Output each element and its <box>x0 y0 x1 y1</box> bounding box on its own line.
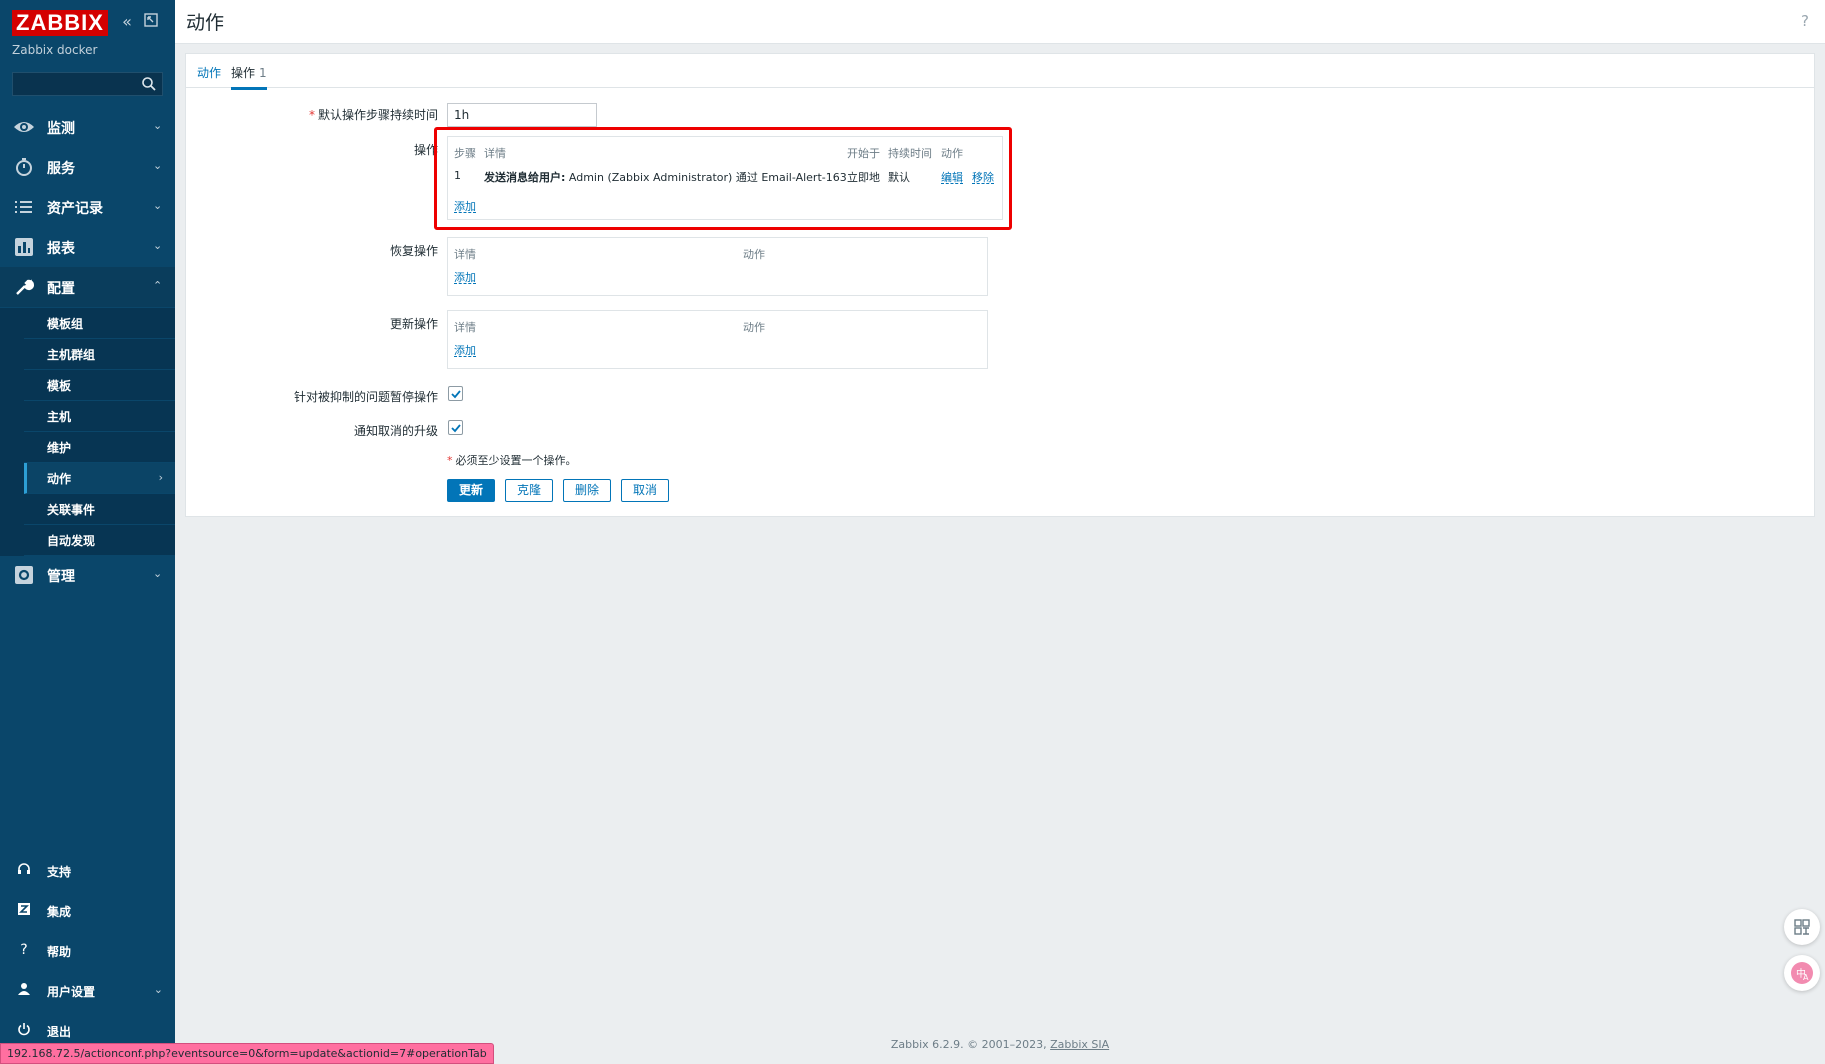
notify-cancel-checkbox[interactable] <box>448 420 463 435</box>
operations-label: 操作 <box>413 143 438 157</box>
add-update-operation-link[interactable]: 添加 <box>454 342 476 358</box>
tab-count: 1 <box>259 66 267 80</box>
menu-user-settings[interactable]: 用户设置 ⌄ <box>0 973 175 1009</box>
power-icon <box>15 1022 33 1040</box>
chevron-down-icon: ⌄ <box>153 199 163 212</box>
col-action: 动作 <box>743 248 765 261</box>
zabbix-sia-link[interactable]: Zabbix SIA <box>1050 1038 1109 1051</box>
search-icon[interactable] <box>141 76 157 92</box>
menu-configuration[interactable]: 配置 ⌃ <box>0 267 175 307</box>
eye-icon <box>14 122 34 132</box>
bar-chart-icon <box>15 238 33 256</box>
update-operations-table: 详情 动作 添加 <box>447 310 988 369</box>
menu-label: 配置 <box>47 281 75 297</box>
menu-label: 资产记录 <box>47 201 103 217</box>
submenu-maintenance[interactable]: 维护 <box>24 432 175 463</box>
menu-integrations[interactable]: 集成 <box>0 893 175 929</box>
headset-icon <box>15 862 33 880</box>
add-recovery-operation-link[interactable]: 添加 <box>454 269 476 285</box>
menu-administration[interactable]: 管理 ⌄ <box>0 555 175 595</box>
status-bar-url: 192.168.72.5/actionconf.php?eventsource=… <box>0 1043 494 1064</box>
page-title: 动作 <box>186 12 225 34</box>
config-submenu: 模板组 主机群组 模板 主机 维护 动作 › 关联事件 自动发现 <box>0 308 175 556</box>
menu-reports[interactable]: 报表 ⌄ <box>0 227 175 267</box>
recovery-operations-table: 详情 动作 添加 <box>447 237 988 296</box>
logo-row: ZABBIX <box>12 10 108 36</box>
checkmark-icon <box>451 424 461 433</box>
col-details: 详情 <box>454 248 476 261</box>
tab-action[interactable]: 动作 <box>197 64 221 81</box>
menu-monitoring[interactable]: 监测 ⌄ <box>0 107 175 147</box>
menu-label: 监测 <box>47 121 75 137</box>
chevron-right-icon: › <box>158 471 163 484</box>
submenu-host-groups[interactable]: 主机群组 <box>24 339 175 370</box>
list-icon <box>15 201 32 213</box>
question-icon: ? <box>20 942 28 958</box>
translate-icon: 中A <box>1791 962 1813 984</box>
chevron-down-icon: ⌄ <box>153 567 163 580</box>
checkmark-icon <box>451 390 461 399</box>
qr-code-button[interactable] <box>1784 909 1820 945</box>
menu-label: 管理 <box>47 569 75 585</box>
delete-button[interactable]: 删除 <box>563 479 611 502</box>
stopwatch-icon <box>16 158 32 176</box>
help-icon[interactable]: ? <box>1797 13 1813 29</box>
menu-inventory[interactable]: 资产记录 ⌄ <box>0 187 175 227</box>
chevron-down-icon: ⌄ <box>153 119 163 132</box>
wrench-icon <box>16 279 35 295</box>
required-note: * 必须至少设置一个操作。 <box>447 454 577 467</box>
menu-services[interactable]: 服务 ⌄ <box>0 147 175 187</box>
red-highlight-box <box>434 127 1012 230</box>
chevron-down-icon: ⌄ <box>153 983 163 996</box>
chevron-up-icon: ⌃ <box>153 279 163 292</box>
qr-code-icon <box>1794 919 1810 935</box>
col-action: 动作 <box>743 321 765 334</box>
pause-suppressed-checkbox[interactable] <box>448 386 463 401</box>
page-header: 动作 ? <box>175 0 1825 44</box>
tab-operations[interactable]: 操作 1 <box>231 64 267 90</box>
notify-cancel-label: 通知取消的升级 <box>353 424 438 438</box>
sidebar: ZABBIX « Zabbix docker 监测 ⌄ 服务 ⌄ 资产记录 ⌄ … <box>0 0 175 1064</box>
chevron-down-icon: ⌄ <box>153 239 163 252</box>
menu-support[interactable]: 支持 <box>0 853 175 889</box>
gear-icon <box>15 566 33 584</box>
server-name: Zabbix docker <box>12 43 98 57</box>
recovery-operations-label: 恢复操作 <box>389 244 438 258</box>
submenu-actions[interactable]: 动作 › <box>24 463 175 494</box>
translate-button[interactable]: 中A <box>1784 955 1820 991</box>
chevron-down-icon: ⌄ <box>153 159 163 172</box>
submenu-template-groups[interactable]: 模板组 <box>24 308 175 339</box>
zabbix-logo[interactable]: ZABBIX <box>12 10 108 36</box>
menu-label: 报表 <box>47 241 75 257</box>
default-duration-label: * 默认操作步骤持续时间 <box>308 108 438 122</box>
collapse-sidebar-icon[interactable]: « <box>118 12 136 32</box>
update-button[interactable]: 更新 <box>447 479 495 502</box>
submenu-hosts[interactable]: 主机 <box>24 401 175 432</box>
menu-label: 服务 <box>47 161 75 177</box>
submenu-event-correlation[interactable]: 关联事件 <box>24 494 175 525</box>
submenu-templates[interactable]: 模板 <box>24 370 175 401</box>
svg-text:A: A <box>1803 973 1809 982</box>
update-operations-label: 更新操作 <box>389 317 438 331</box>
pause-suppressed-label: 针对被抑制的问题暂停操作 <box>293 390 438 404</box>
col-details: 详情 <box>454 321 476 334</box>
default-duration-input[interactable] <box>447 103 597 127</box>
cancel-button[interactable]: 取消 <box>621 479 669 502</box>
tab-bar: 动作 操作 1 <box>186 54 1814 90</box>
user-icon <box>15 982 33 1000</box>
clone-button[interactable]: 克隆 <box>505 479 553 502</box>
submenu-discovery[interactable]: 自动发现 <box>24 525 175 556</box>
menu-help[interactable]: ? 帮助 <box>0 933 175 969</box>
kiosk-mode-icon[interactable] <box>142 12 160 32</box>
zabbix-z-icon <box>15 902 33 920</box>
search-input[interactable] <box>12 72 163 96</box>
